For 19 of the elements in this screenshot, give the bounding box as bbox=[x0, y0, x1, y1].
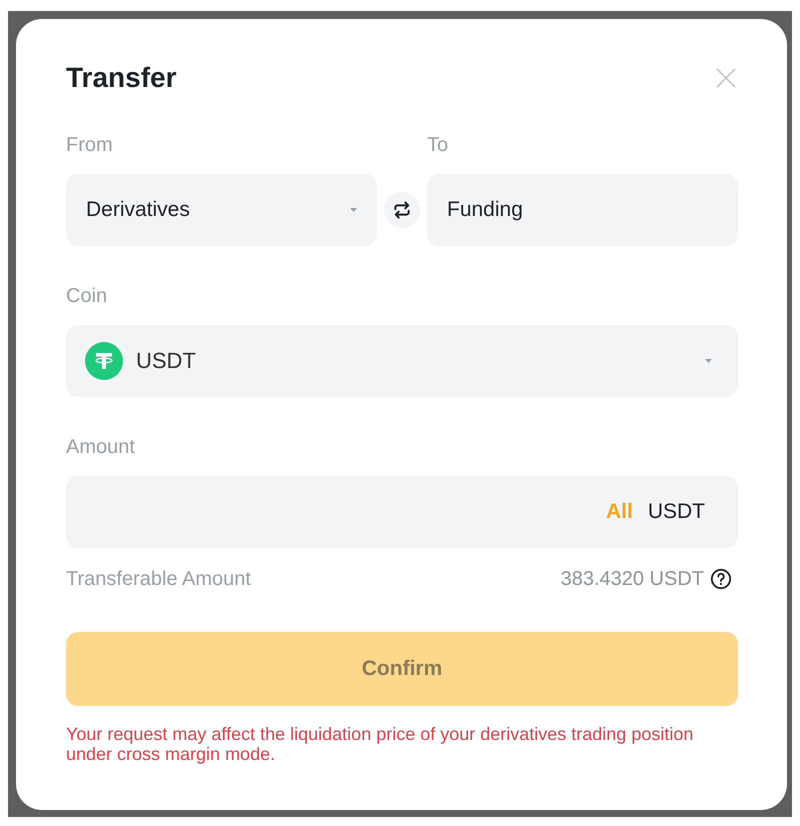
from-label: From bbox=[66, 133, 114, 157]
warning-text: Your request may affect the liquidation price of your derivatives trading position under cross margin mode. bbox=[66, 724, 694, 764]
dialog-title: Transfer bbox=[66, 61, 176, 95]
swap-icon bbox=[392, 200, 412, 220]
amount-label: Amount bbox=[66, 435, 136, 459]
coin-select[interactable]: USDT bbox=[66, 325, 738, 397]
swap-button[interactable] bbox=[384, 192, 420, 228]
to-select[interactable]: Funding bbox=[427, 174, 738, 246]
transferable-label: Transferable Amount bbox=[66, 567, 251, 591]
amount-field[interactable]: All USDT bbox=[66, 476, 738, 548]
transferable-value: 383.4320 USDT bbox=[560, 567, 704, 591]
to-label: To bbox=[427, 133, 450, 157]
amount-unit: USDT bbox=[648, 500, 705, 524]
question-icon[interactable] bbox=[710, 568, 732, 590]
caret-icon bbox=[350, 208, 357, 212]
coin-icon bbox=[85, 342, 123, 380]
from-select[interactable]: Derivatives bbox=[66, 174, 377, 246]
caret-icon bbox=[705, 359, 712, 363]
coin-label: Coin bbox=[66, 284, 108, 308]
